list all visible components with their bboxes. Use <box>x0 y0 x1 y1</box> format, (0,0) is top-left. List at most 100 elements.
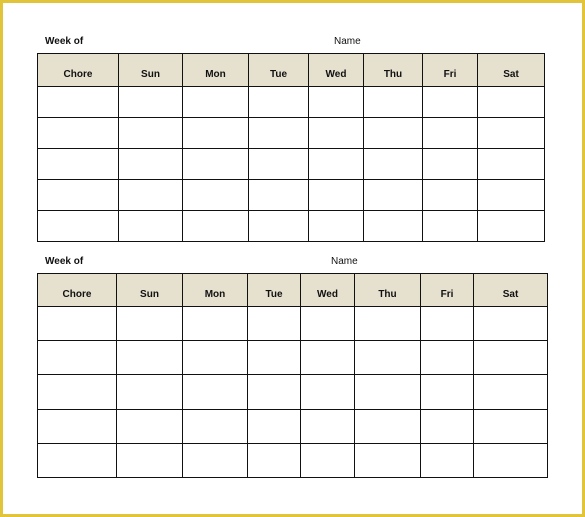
column-header-tue: Tue <box>247 273 301 307</box>
table-cell[interactable] <box>473 340 548 376</box>
table-cell[interactable] <box>308 117 364 149</box>
table-cell[interactable] <box>37 148 119 180</box>
table-cell[interactable] <box>37 305 117 342</box>
table-cell[interactable] <box>247 340 301 376</box>
table-cell[interactable] <box>300 305 355 342</box>
table-cell[interactable] <box>37 340 117 376</box>
table-cell[interactable] <box>473 305 548 342</box>
table-cell[interactable] <box>473 374 548 410</box>
column-header-sun: Sun <box>118 53 183 87</box>
table-cell[interactable] <box>37 374 117 410</box>
table-cell[interactable] <box>37 117 119 149</box>
table-cell[interactable] <box>300 374 355 410</box>
table-cell[interactable] <box>182 210 249 242</box>
table-cell[interactable] <box>477 179 545 211</box>
table-cell[interactable] <box>116 408 183 444</box>
table-cell[interactable] <box>118 86 183 118</box>
table-cell[interactable] <box>116 305 183 342</box>
column-header-thu: Thu <box>354 273 421 307</box>
table-cell[interactable] <box>248 179 309 211</box>
table-cell[interactable] <box>477 117 545 149</box>
table-cell[interactable] <box>308 179 364 211</box>
table-cell[interactable] <box>118 148 183 180</box>
table-cell[interactable] <box>182 374 248 410</box>
table-cell[interactable] <box>363 117 423 149</box>
column-header-sun: Sun <box>116 273 183 307</box>
table-cell[interactable] <box>118 117 183 149</box>
table-cell[interactable] <box>308 210 364 242</box>
table-cell[interactable] <box>118 179 183 211</box>
table-row <box>37 210 545 242</box>
table-cell[interactable] <box>182 86 249 118</box>
table-cell[interactable] <box>248 86 309 118</box>
table-row <box>37 305 548 342</box>
table-cell[interactable] <box>37 86 119 118</box>
table-cell[interactable] <box>363 179 423 211</box>
table-cell[interactable] <box>422 117 478 149</box>
table-cell[interactable] <box>420 305 474 342</box>
column-header-wed: Wed <box>300 273 355 307</box>
table-cell[interactable] <box>473 408 548 444</box>
table-cell[interactable] <box>182 340 248 376</box>
table-cell[interactable] <box>37 408 117 444</box>
table-cell[interactable] <box>354 442 421 478</box>
column-header-mon: Mon <box>182 53 249 87</box>
table-cell[interactable] <box>308 86 364 118</box>
table-cell[interactable] <box>37 179 119 211</box>
table-cell[interactable] <box>37 442 117 478</box>
column-header-chore: Chore <box>37 273 117 307</box>
table-cell[interactable] <box>300 442 355 478</box>
table-cell[interactable] <box>420 442 474 478</box>
table-cell[interactable] <box>300 408 355 444</box>
table-cell[interactable] <box>363 210 423 242</box>
table-cell[interactable] <box>182 408 248 444</box>
table-cell[interactable] <box>354 408 421 444</box>
table-cell[interactable] <box>118 210 183 242</box>
table-cell[interactable] <box>247 374 301 410</box>
table-cell[interactable] <box>182 179 249 211</box>
table-cell[interactable] <box>420 374 474 410</box>
table-cell[interactable] <box>473 442 548 478</box>
table-cell[interactable] <box>182 117 249 149</box>
table-row <box>37 408 548 444</box>
table-cell[interactable] <box>354 340 421 376</box>
table-row <box>37 117 545 149</box>
table-cell[interactable] <box>248 210 309 242</box>
table-cell[interactable] <box>477 148 545 180</box>
table-cell[interactable] <box>300 340 355 376</box>
table-cell[interactable] <box>422 210 478 242</box>
table-row <box>37 148 545 180</box>
header-row: Chore Sun Mon Tue Wed Thu Fri Sat <box>37 273 548 307</box>
table-cell[interactable] <box>422 148 478 180</box>
table-cell[interactable] <box>354 374 421 410</box>
table-cell[interactable] <box>182 305 248 342</box>
table-cell[interactable] <box>422 179 478 211</box>
chore-table: Chore Sun Mon Tue Wed Thu Fri Sat <box>37 53 545 242</box>
table-cell[interactable] <box>116 340 183 376</box>
table-row <box>37 442 548 478</box>
table-cell[interactable] <box>363 148 423 180</box>
table-cell[interactable] <box>116 374 183 410</box>
table-cell[interactable] <box>420 340 474 376</box>
table-cell[interactable] <box>363 86 423 118</box>
table-cell[interactable] <box>248 148 309 180</box>
table-cell[interactable] <box>182 148 249 180</box>
table-cell[interactable] <box>477 210 545 242</box>
table-cell[interactable] <box>422 86 478 118</box>
column-header-fri: Fri <box>422 53 478 87</box>
table-cell[interactable] <box>420 408 474 444</box>
table-row <box>37 340 548 376</box>
column-header-wed: Wed <box>308 53 364 87</box>
column-header-sat: Sat <box>477 53 545 87</box>
table-cell[interactable] <box>182 442 248 478</box>
name-label: Name <box>334 36 361 47</box>
table-cell[interactable] <box>37 210 119 242</box>
table-cell[interactable] <box>477 86 545 118</box>
table-cell[interactable] <box>247 305 301 342</box>
table-cell[interactable] <box>247 442 301 478</box>
table-cell[interactable] <box>354 305 421 342</box>
table-cell[interactable] <box>308 148 364 180</box>
table-cell[interactable] <box>116 442 183 478</box>
table-cell[interactable] <box>248 117 309 149</box>
table-cell[interactable] <box>247 408 301 444</box>
